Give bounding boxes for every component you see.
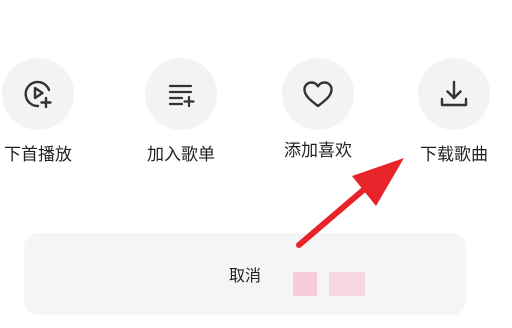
play-next-button[interactable] — [2, 58, 74, 130]
heart-icon — [303, 81, 333, 108]
add-favorite-action[interactable]: 添加喜欢 — [268, 58, 368, 162]
play-next-icon — [24, 80, 52, 109]
add-to-playlist-action[interactable]: 加入歌单 — [131, 58, 231, 166]
download-song-button[interactable] — [418, 58, 490, 130]
pixelated-overlay — [293, 272, 317, 296]
add-to-playlist-icon — [168, 84, 195, 108]
download-song-label: 下载歌曲 — [420, 145, 488, 165]
add-favorite-label: 添加喜欢 — [284, 141, 352, 161]
play-next-action[interactable]: 下首播放 — [0, 58, 88, 166]
cancel-button[interactable]: 取消 — [24, 233, 466, 315]
add-to-playlist-button[interactable] — [145, 58, 217, 130]
add-to-playlist-label: 加入歌单 — [147, 145, 215, 165]
play-next-label: 下首播放 — [4, 145, 72, 165]
cancel-label: 取消 — [228, 266, 261, 285]
add-favorite-button[interactable] — [282, 58, 354, 130]
download-icon — [440, 80, 468, 107]
pixelated-overlay — [329, 272, 365, 296]
download-song-action[interactable]: 下载歌曲 — [404, 58, 504, 166]
